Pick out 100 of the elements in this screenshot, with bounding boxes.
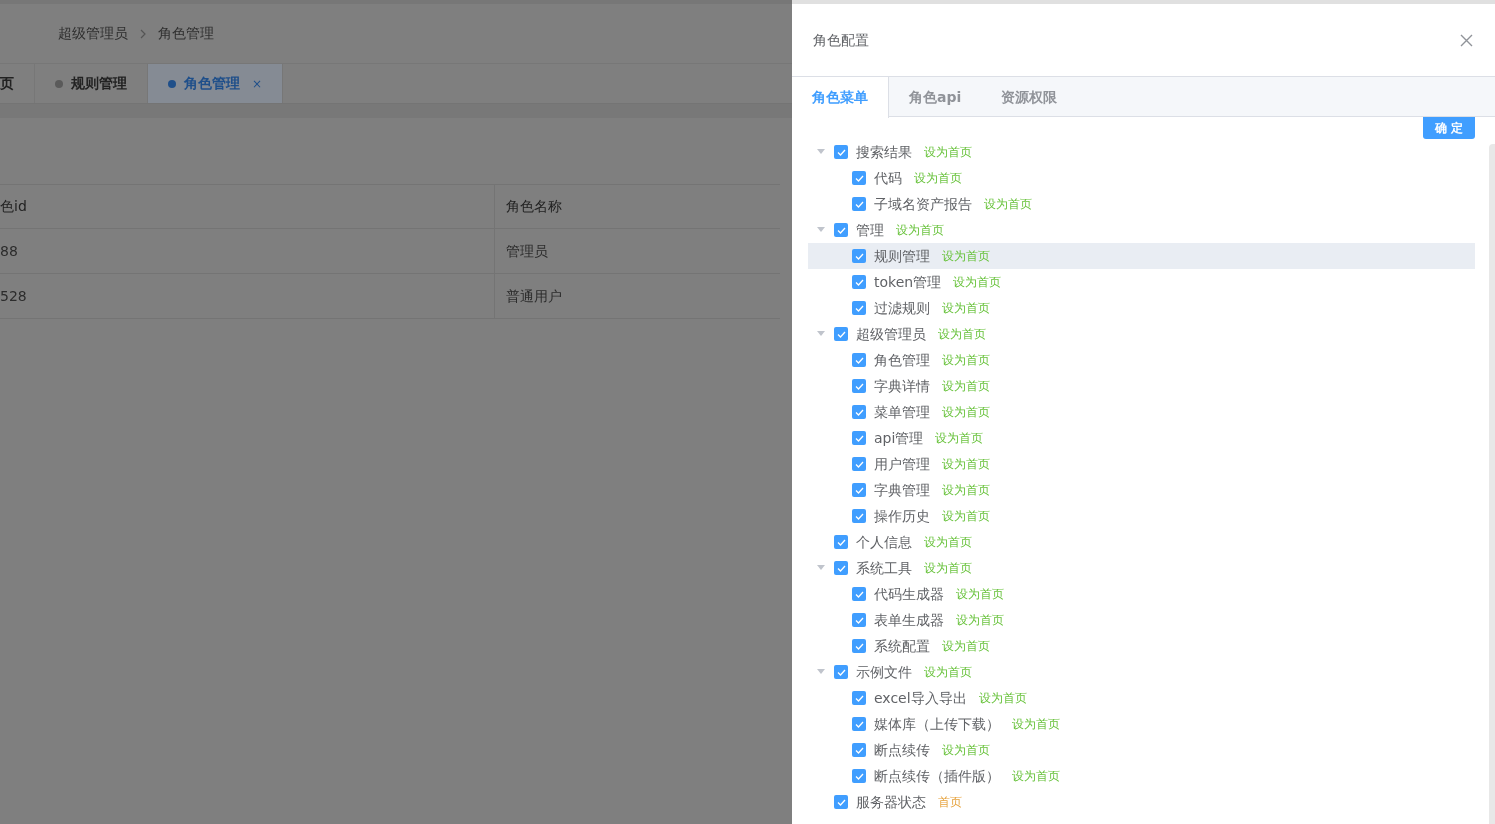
checkbox[interactable] — [852, 769, 866, 783]
home-link[interactable]: 设为首页 — [942, 299, 990, 317]
checkbox[interactable] — [852, 379, 866, 393]
breadcrumb-link[interactable]: 超级管理员 — [58, 23, 128, 44]
tree-label: 示例文件 — [856, 662, 912, 682]
confirm-button[interactable]: 确 定 — [1422, 117, 1475, 139]
home-link[interactable]: 设为首页 — [924, 533, 972, 551]
check-icon — [854, 434, 864, 442]
check-icon — [854, 486, 864, 494]
page-tab[interactable]: 角色管理 × — [148, 64, 284, 103]
checkbox[interactable] — [852, 197, 866, 211]
tree-label: 断点续传 — [874, 740, 930, 760]
check-icon — [854, 200, 864, 208]
tree-label: 规则管理 — [874, 246, 930, 266]
check-icon — [854, 174, 864, 182]
caret-icon[interactable] — [817, 227, 825, 233]
home-link[interactable]: 设为首页 — [924, 143, 972, 161]
tab[interactable]: 角色api — [889, 77, 982, 117]
close-icon[interactable]: × — [252, 74, 263, 93]
home-link[interactable]: 设为首页 — [942, 481, 990, 499]
check-icon — [854, 616, 864, 624]
checkbox[interactable] — [834, 535, 848, 549]
checkbox[interactable] — [852, 717, 866, 731]
checkbox[interactable] — [852, 587, 866, 601]
checkbox[interactable] — [834, 665, 848, 679]
tree-label: 角色管理 — [874, 350, 930, 370]
tree-label: token管理 — [874, 272, 942, 292]
home-link[interactable]: 设为首页 — [938, 325, 986, 343]
home-link[interactable]: 设为首页 — [942, 455, 990, 473]
check-icon — [854, 252, 864, 260]
tree-label: api管理 — [874, 428, 924, 448]
checkbox[interactable] — [852, 431, 866, 445]
home-link[interactable]: 设为首页 — [942, 377, 990, 395]
home-link[interactable]: 设为首页 — [956, 611, 1004, 629]
checkbox[interactable] — [852, 353, 866, 367]
home-link[interactable]: 设为首页 — [953, 273, 1002, 291]
tree-label: 超级管理员 — [856, 324, 926, 344]
checkbox[interactable] — [834, 795, 848, 809]
caret-icon[interactable] — [817, 331, 825, 337]
checkbox[interactable] — [852, 691, 866, 705]
checkbox[interactable] — [852, 457, 866, 471]
check-icon — [854, 772, 864, 780]
check-icon — [854, 590, 864, 598]
tree-label: 代码生成器 — [874, 584, 944, 604]
drawer-title: 角色配置 — [813, 30, 869, 50]
caret-icon[interactable] — [817, 565, 825, 571]
tree-label: 搜索结果 — [856, 142, 912, 162]
home-link[interactable]: 设为首页 — [942, 351, 990, 369]
tree-label: 子域名资产报告 — [874, 194, 972, 214]
home-link[interactable]: 设为首页 — [896, 221, 944, 239]
chevron-icon — [140, 28, 146, 39]
checkbox[interactable] — [834, 327, 848, 341]
check-icon — [854, 304, 864, 312]
tree-row[interactable]: 规则管理 设为首页 — [808, 243, 1475, 269]
checkbox[interactable] — [852, 639, 866, 653]
check-icon — [854, 460, 864, 468]
close-icon[interactable] — [1460, 33, 1473, 47]
home-link[interactable]: 设为首页 — [935, 429, 984, 447]
home-link[interactable]: 设为首页 — [956, 585, 1004, 603]
home-link[interactable]: 设为首页 — [1012, 715, 1060, 733]
check-icon — [854, 642, 864, 650]
checkbox[interactable] — [834, 223, 848, 237]
tree-label: 服务器状态 — [856, 792, 926, 812]
tree-label: 断点续传（插件版） — [874, 766, 1000, 786]
tab[interactable]: 资源权限 — [981, 77, 1078, 117]
tree-label: 代码 — [874, 168, 902, 188]
home-link[interactable]: 设为首页 — [942, 403, 990, 421]
tab[interactable]: 角色菜单 — [792, 77, 889, 118]
caret-icon[interactable] — [817, 149, 825, 155]
checkbox[interactable] — [852, 275, 866, 289]
home-link[interactable]: 设为首页 — [942, 741, 990, 759]
page-tab[interactable]: 页 — [0, 64, 35, 103]
checkbox[interactable] — [834, 145, 848, 159]
checkbox[interactable] — [852, 301, 866, 315]
home-link[interactable]: 设为首页 — [942, 637, 990, 655]
tree-label: 字典详情 — [874, 376, 930, 396]
check-icon — [836, 148, 846, 156]
home-link[interactable]: 设为首页 — [942, 507, 990, 525]
tree-label: excel导入导出 — [874, 688, 967, 708]
checkbox[interactable] — [834, 561, 848, 575]
table-cell-text: 管理员 — [505, 241, 549, 261]
checkbox[interactable] — [852, 743, 866, 757]
home-link[interactable]: 设为首页 — [914, 169, 962, 187]
checkbox[interactable] — [852, 249, 866, 263]
home-link[interactable]: 设为首页 — [924, 663, 972, 681]
checkbox[interactable] — [852, 613, 866, 627]
home-link[interactable]: 设为首页 — [942, 247, 990, 265]
caret-icon[interactable] — [817, 669, 825, 675]
checkbox[interactable] — [852, 483, 866, 497]
tree-label: 管理 — [856, 220, 884, 240]
checkbox[interactable] — [852, 405, 866, 419]
home-link[interactable]: 设为首页 — [1012, 767, 1060, 785]
tree-label: 个人信息 — [856, 532, 912, 552]
home-link[interactable]: 设为首页 — [924, 559, 972, 577]
home-link[interactable]: 设为首页 — [984, 195, 1032, 213]
home-link[interactable]: 设为首页 — [978, 689, 1027, 707]
home-link[interactable]: 首页 — [938, 793, 962, 811]
checkbox[interactable] — [852, 171, 866, 185]
checkbox[interactable] — [852, 509, 866, 523]
check-icon — [836, 668, 846, 676]
